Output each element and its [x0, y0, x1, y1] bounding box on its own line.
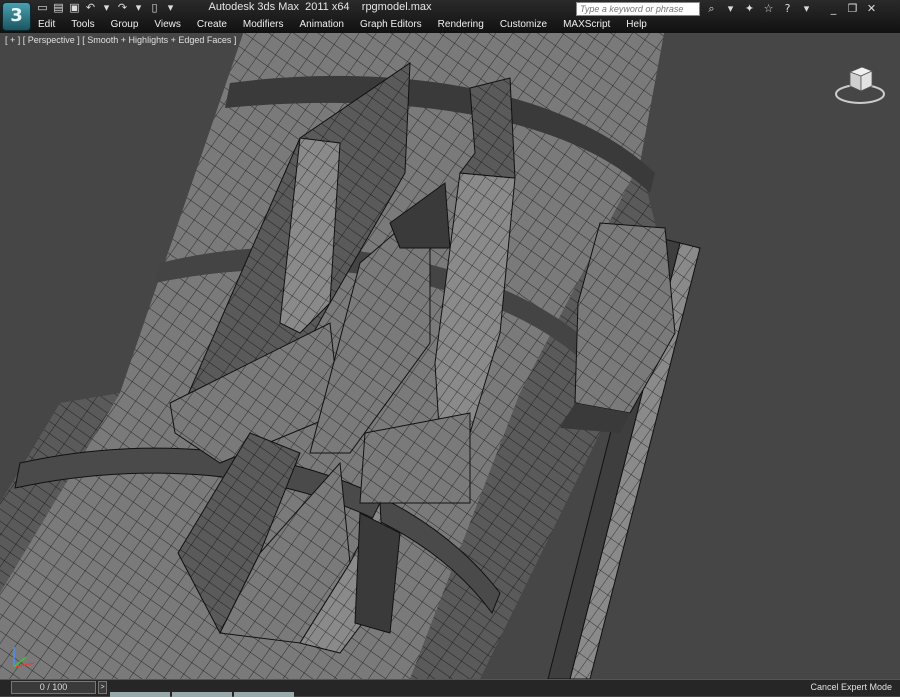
search-dropdown-icon[interactable]: ▾ [723, 1, 738, 16]
favorites-icon[interactable]: ☆ [761, 1, 776, 16]
menu-item-graph-editors[interactable]: Graph Editors [352, 17, 430, 32]
taskbar-strip [110, 692, 360, 697]
rocket-launcher-model [0, 33, 701, 679]
viewcube-icon[interactable] [833, 58, 887, 106]
menu-item-views[interactable]: Views [146, 17, 189, 32]
close-icon[interactable]: ✕ [864, 1, 879, 16]
minimize-icon[interactable]: _ [826, 1, 841, 16]
axis-tripod-icon [13, 647, 35, 668]
help-dropdown-icon[interactable]: ▾ [799, 1, 814, 16]
menu-item-tools[interactable]: Tools [63, 17, 102, 32]
menu-bar: Edit Tools Group Views Create Modifiers Animat… [30, 17, 655, 32]
menu-item-rendering[interactable]: Rendering [430, 17, 492, 32]
communication-center-icon[interactable]: ✦ [742, 1, 757, 16]
menu-item-create[interactable]: Create [189, 17, 235, 32]
search-input[interactable] [576, 2, 700, 16]
menu-item-group[interactable]: Group [103, 17, 147, 32]
time-slider[interactable]: 0 / 100 [11, 681, 96, 694]
search-icon[interactable]: ⌕ [704, 1, 719, 16]
status-message[interactable]: Cancel Expert Mode [810, 682, 892, 692]
menu-item-edit[interactable]: Edit [30, 17, 63, 32]
perspective-viewport[interactable]: [ + ] [ Perspective ] [ Smooth + Highlig… [0, 33, 900, 679]
help-icon[interactable]: ? [780, 1, 795, 16]
info-center-toolbar: ⌕ ▾ ✦ ☆? ▾ _ ❐ ✕ [704, 1, 879, 16]
menu-item-customize[interactable]: Customize [492, 17, 555, 32]
menu-item-modifiers[interactable]: Modifiers [235, 17, 292, 32]
time-slider-next-icon[interactable]: > [98, 681, 107, 694]
status-bar: 0 / 100 > Cancel Expert Mode [0, 679, 900, 697]
viewport-label[interactable]: [ + ] [ Perspective ] [ Smooth + Highlig… [5, 35, 236, 45]
window-title: Autodesk 3ds Max 2011 x64 rpgmodel.max [208, 1, 432, 13]
restore-icon[interactable]: ❐ [845, 1, 860, 16]
menu-item-maxscript[interactable]: MAXScript [555, 17, 618, 32]
title-bar: 3 ▭ ▤ ▣ ↶ ▾ ↷ ▾ ▯ ▾ Autodesk 3ds Max 2011 x64 rp… [0, 0, 900, 33]
menu-item-animation[interactable]: Animation [291, 17, 351, 32]
menu-item-help[interactable]: Help [618, 17, 655, 32]
